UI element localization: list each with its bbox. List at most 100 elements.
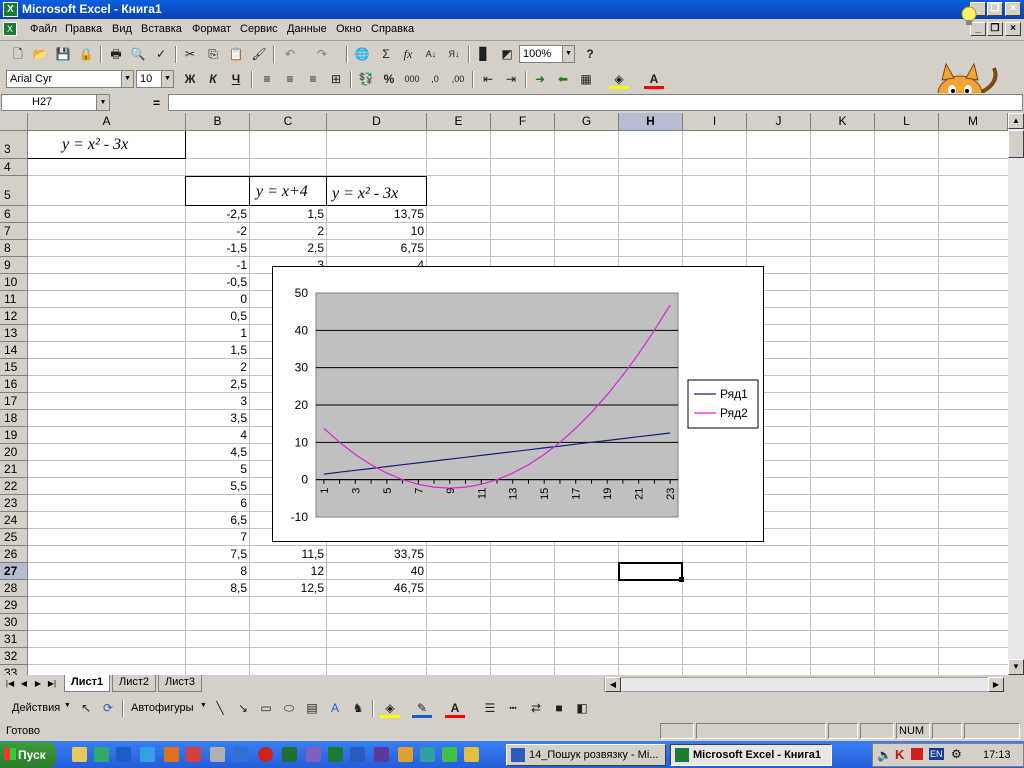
column-header-d[interactable]: D <box>327 113 427 131</box>
first-sheet-button[interactable]: |◀ <box>4 677 16 690</box>
tab-list2[interactable]: Лист2 <box>112 675 157 692</box>
vertical-scrollbar[interactable]: ▲ ▼ <box>1008 113 1024 675</box>
chevron-down-icon[interactable]: ▼ <box>200 702 207 709</box>
alert-icon[interactable] <box>911 748 923 760</box>
cell-b17[interactable]: 3 <box>186 394 250 408</box>
bold-button[interactable]: Ж <box>180 70 200 89</box>
row-header-10[interactable]: 10 <box>0 274 28 291</box>
app-icon[interactable] <box>140 747 155 762</box>
volume-icon[interactable]: 🔈 <box>877 748 892 762</box>
decrease-decimal-icon[interactable]: ,00 <box>448 70 468 89</box>
row-header-22[interactable]: 22 <box>0 478 28 495</box>
column-header-k[interactable]: K <box>811 113 875 131</box>
name-box[interactable]: H27 ▼ <box>1 94 110 111</box>
menu-window[interactable]: Окно <box>336 23 362 35</box>
close-button[interactable]: × <box>1005 2 1021 16</box>
column-header-c[interactable]: C <box>250 113 327 131</box>
new-icon[interactable]: 🗋 <box>8 45 28 64</box>
cell-d8[interactable]: 6,75 <box>327 241 427 255</box>
paste-icon[interactable]: 📋 <box>226 45 246 64</box>
row-header-26[interactable]: 26 <box>0 546 28 563</box>
copy-icon[interactable]: ⎘ <box>203 45 223 64</box>
app-icon[interactable] <box>420 747 435 762</box>
column-header-l[interactable]: L <box>875 113 939 131</box>
cell-b9[interactable]: -1 <box>186 258 250 272</box>
zoom-select[interactable]: 100% ▼ <box>519 45 575 63</box>
doc-restore-button[interactable]: ❐ <box>987 22 1003 36</box>
row-header-4[interactable]: 4 <box>0 159 28 176</box>
row-header-31[interactable]: 31 <box>0 631 28 648</box>
row-header-19[interactable]: 19 <box>0 427 28 444</box>
scroll-down-button[interactable]: ▼ <box>1008 659 1024 675</box>
redo-icon[interactable]: ↷ <box>312 45 332 64</box>
cell-b6[interactable]: -2,5 <box>186 207 250 221</box>
cell-b15[interactable]: 2 <box>186 360 250 374</box>
menu-help[interactable]: Справка <box>371 23 414 35</box>
row-header-28[interactable]: 28 <box>0 580 28 597</box>
cell-b23[interactable]: 6 <box>186 496 250 510</box>
row-header-33[interactable]: 33 <box>0 665 28 675</box>
chevron-down-icon[interactable]: ▼ <box>96 95 109 110</box>
menu-tools[interactable]: Сервис <box>240 23 278 35</box>
app-icon[interactable] <box>282 747 297 762</box>
currency-icon[interactable]: 💱 <box>356 70 376 89</box>
column-header-a[interactable]: A <box>28 113 186 131</box>
cell-c8[interactable]: 2,5 <box>250 241 327 255</box>
row-header-11[interactable]: 11 <box>0 291 28 308</box>
borders-icon[interactable]: ▦ <box>576 70 596 89</box>
tab-list1[interactable]: Лист1 <box>64 675 111 692</box>
cell-d27[interactable]: 40 <box>327 564 427 578</box>
app-icon[interactable] <box>306 747 321 762</box>
row-header-17[interactable]: 17 <box>0 393 28 410</box>
cell-b22[interactable]: 5,5 <box>186 479 250 493</box>
menu-insert[interactable]: Вставка <box>141 23 182 35</box>
chevron-down-icon[interactable]: ▼ <box>121 71 133 87</box>
desktop-icon[interactable] <box>72 747 87 762</box>
font-size-select[interactable]: 10 ▼ <box>136 70 174 88</box>
thousands-button[interactable]: 000 <box>402 70 422 89</box>
maximize-button[interactable]: ❐ <box>987 2 1003 16</box>
cell-c27[interactable]: 12 <box>250 564 327 578</box>
arrow-icon[interactable]: ↘ <box>233 699 253 718</box>
network-icon[interactable]: ⚙ <box>951 747 962 761</box>
cell-d26[interactable]: 33,75 <box>327 547 427 561</box>
row-header-30[interactable]: 30 <box>0 614 28 631</box>
cell-c28[interactable]: 12,5 <box>250 581 327 595</box>
column-header-h[interactable]: H <box>619 113 683 131</box>
prev-sheet-button[interactable]: ◀ <box>18 677 30 690</box>
app-icon[interactable] <box>234 747 249 762</box>
arrow-style-icon[interactable]: ⇄ <box>526 699 546 718</box>
select-all-corner[interactable] <box>0 113 28 131</box>
row-header-8[interactable]: 8 <box>0 240 28 257</box>
fill-color-icon[interactable]: ◈ <box>380 699 400 718</box>
chart-wizard-icon[interactable]: ▊ <box>474 45 494 64</box>
cell-b28[interactable]: 8,5 <box>186 581 250 595</box>
cell-b12[interactable]: 0,5 <box>186 309 250 323</box>
arrow-right-icon[interactable]: ➜ <box>530 70 550 89</box>
taskbar-word-window[interactable]: 14_Пошук розвязку - Mi... <box>506 744 666 766</box>
underline-button[interactable]: Ч <box>226 70 246 89</box>
save-icon[interactable]: 💾 <box>53 45 73 64</box>
office-assistant-bulb-icon[interactable] <box>960 5 978 31</box>
actions-menu[interactable]: Действия <box>12 702 60 714</box>
column-header-g[interactable]: G <box>555 113 619 131</box>
row-header-20[interactable]: 20 <box>0 444 28 461</box>
increase-decimal-icon[interactable]: ,0 <box>425 70 445 89</box>
workbook-icon[interactable]: X <box>3 22 17 36</box>
drawing-icon[interactable]: ◩ <box>497 45 517 64</box>
row-header-29[interactable]: 29 <box>0 597 28 614</box>
percent-button[interactable]: % <box>379 70 399 89</box>
app-icon[interactable] <box>442 747 457 762</box>
app-icon[interactable] <box>164 747 179 762</box>
doc-close-button[interactable]: × <box>1005 22 1021 36</box>
autoshapes-menu[interactable]: Автофигуры <box>131 702 194 714</box>
chevron-down-icon[interactable]: ▼ <box>562 46 574 62</box>
menu-file[interactable]: Файл <box>30 23 57 35</box>
oval-icon[interactable]: ⬭ <box>279 699 299 718</box>
cell-b14[interactable]: 1,5 <box>186 343 250 357</box>
row-header-7[interactable]: 7 <box>0 223 28 240</box>
function-icon[interactable]: fx <box>398 45 418 64</box>
app-icon[interactable] <box>186 747 201 762</box>
row-header-32[interactable]: 32 <box>0 648 28 665</box>
taskbar-excel-window[interactable]: Microsoft Excel - Книга1 <box>670 744 832 766</box>
